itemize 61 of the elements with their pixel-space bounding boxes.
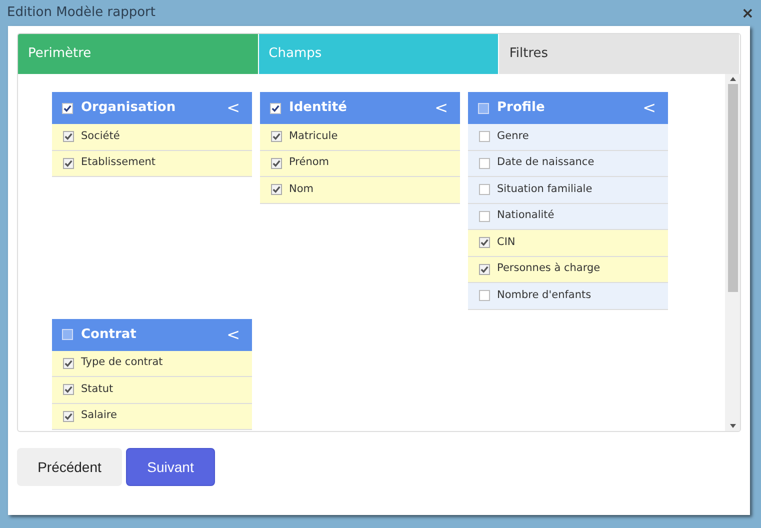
close-button[interactable]: × [741,6,754,20]
checkbox[interactable] [62,102,73,114]
group-title: Contrat [81,326,138,344]
checkbox[interactable] [63,158,74,169]
window-title: Edition Modèle rapport [7,4,156,22]
checkbox[interactable] [270,102,281,114]
scrollbar[interactable] [725,74,740,431]
field-row[interactable]: Etablissement [52,150,252,177]
checkbox[interactable] [479,290,490,302]
field-label: Salaire [81,408,117,424]
field-label: Genre [497,128,529,144]
field-row[interactable]: Personnes à charge [468,256,668,283]
scroll-up-icon[interactable] [730,77,736,81]
field-row[interactable]: Nombre d'enfants [468,283,668,310]
checkbox[interactable] [63,410,74,422]
field-label: Personnes à charge [497,261,600,276]
next-button[interactable]: Suivant [126,448,215,486]
checkbox[interactable] [63,131,74,142]
field-label: Prénom [289,155,330,170]
field-row[interactable]: Nom [260,177,460,204]
field-label: Nom [289,182,314,197]
field-row[interactable]: Salaire [52,404,252,430]
field-row[interactable]: Société [52,124,252,150]
field-row[interactable]: Date de naissance [468,150,668,177]
checkbox[interactable] [479,237,490,248]
checkbox[interactable] [479,158,490,169]
checkbox[interactable] [271,158,282,169]
group-title: Organisation [81,99,177,118]
field-label: Etablissement [81,155,156,170]
checkbox[interactable] [63,384,74,396]
scroll-down-icon[interactable] [730,424,736,428]
previous-button[interactable]: Précédent [17,448,122,486]
field-row[interactable]: Genre [468,124,668,150]
group-title: Identité [289,99,348,118]
field-label: Situation familiale [497,182,592,197]
wizard-tab[interactable]: Filtres [499,34,740,74]
field-row[interactable]: Nationalité [468,204,668,230]
group-title: Profile [497,99,546,118]
checkbox[interactable] [271,131,282,142]
checkbox[interactable] [479,210,490,222]
field-row[interactable]: Type de contrat [52,350,252,377]
field-label: Nombre d'enfants [497,288,592,303]
field-label: Nationalité [497,208,554,224]
field-row[interactable]: Matricule [260,124,460,150]
checkbox[interactable] [478,102,489,114]
field-row[interactable]: Prénom [260,150,460,177]
checkbox[interactable] [271,184,282,196]
field-label: Date de naissance [497,155,594,170]
field-row[interactable]: CIN [468,230,668,256]
field-row[interactable]: Statut [52,377,252,404]
field-label: Type de contrat [81,355,163,370]
field-row[interactable]: Situation familiale [468,177,668,204]
field-label: Matricule [289,128,338,144]
checkbox[interactable] [479,264,490,275]
field-label: CIN [497,234,516,250]
checkbox[interactable] [63,358,74,369]
checkbox[interactable] [479,131,490,142]
field-label: Statut [81,382,114,397]
field-label: Société [81,128,120,144]
checkbox[interactable] [479,184,490,196]
checkbox[interactable] [62,329,73,340]
